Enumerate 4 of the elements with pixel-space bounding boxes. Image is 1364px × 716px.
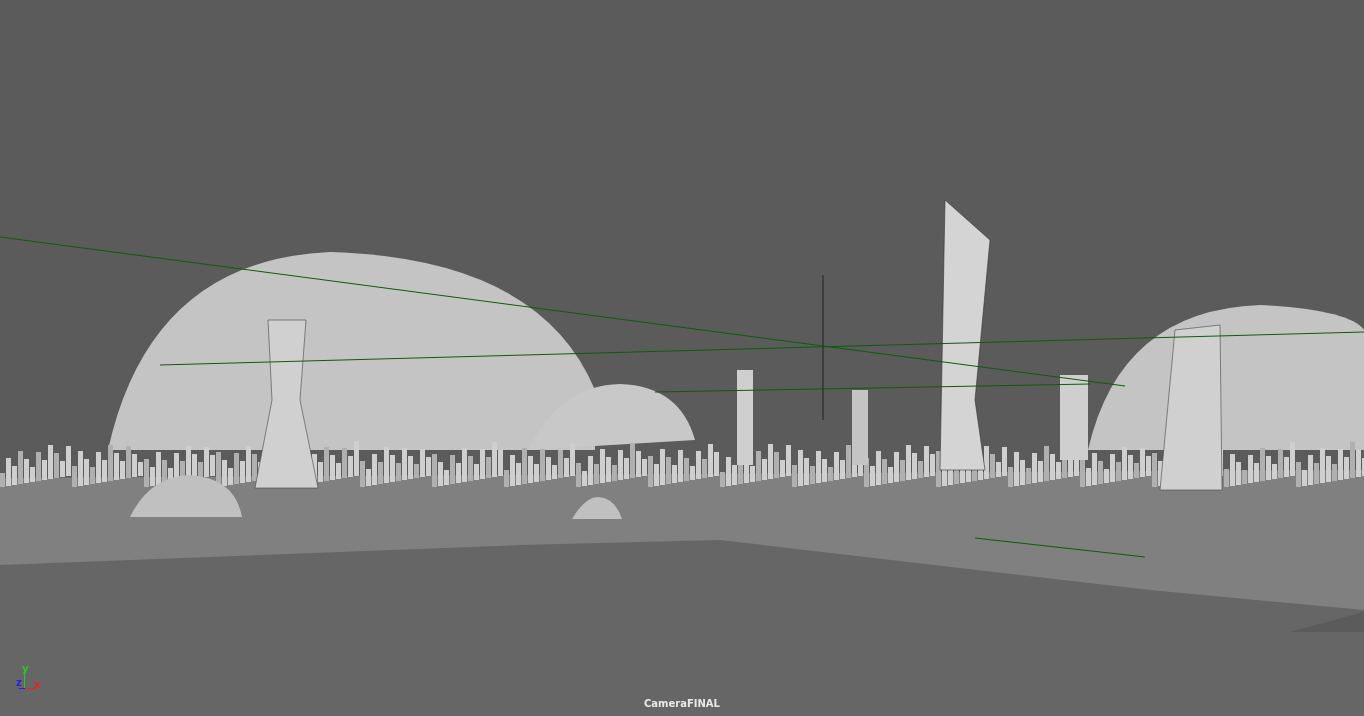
axis-label: z: [16, 678, 22, 688]
axis-label: y: [22, 664, 29, 674]
axis-label: x: [34, 680, 41, 690]
camera-name: CameraFINAL: [644, 698, 720, 709]
